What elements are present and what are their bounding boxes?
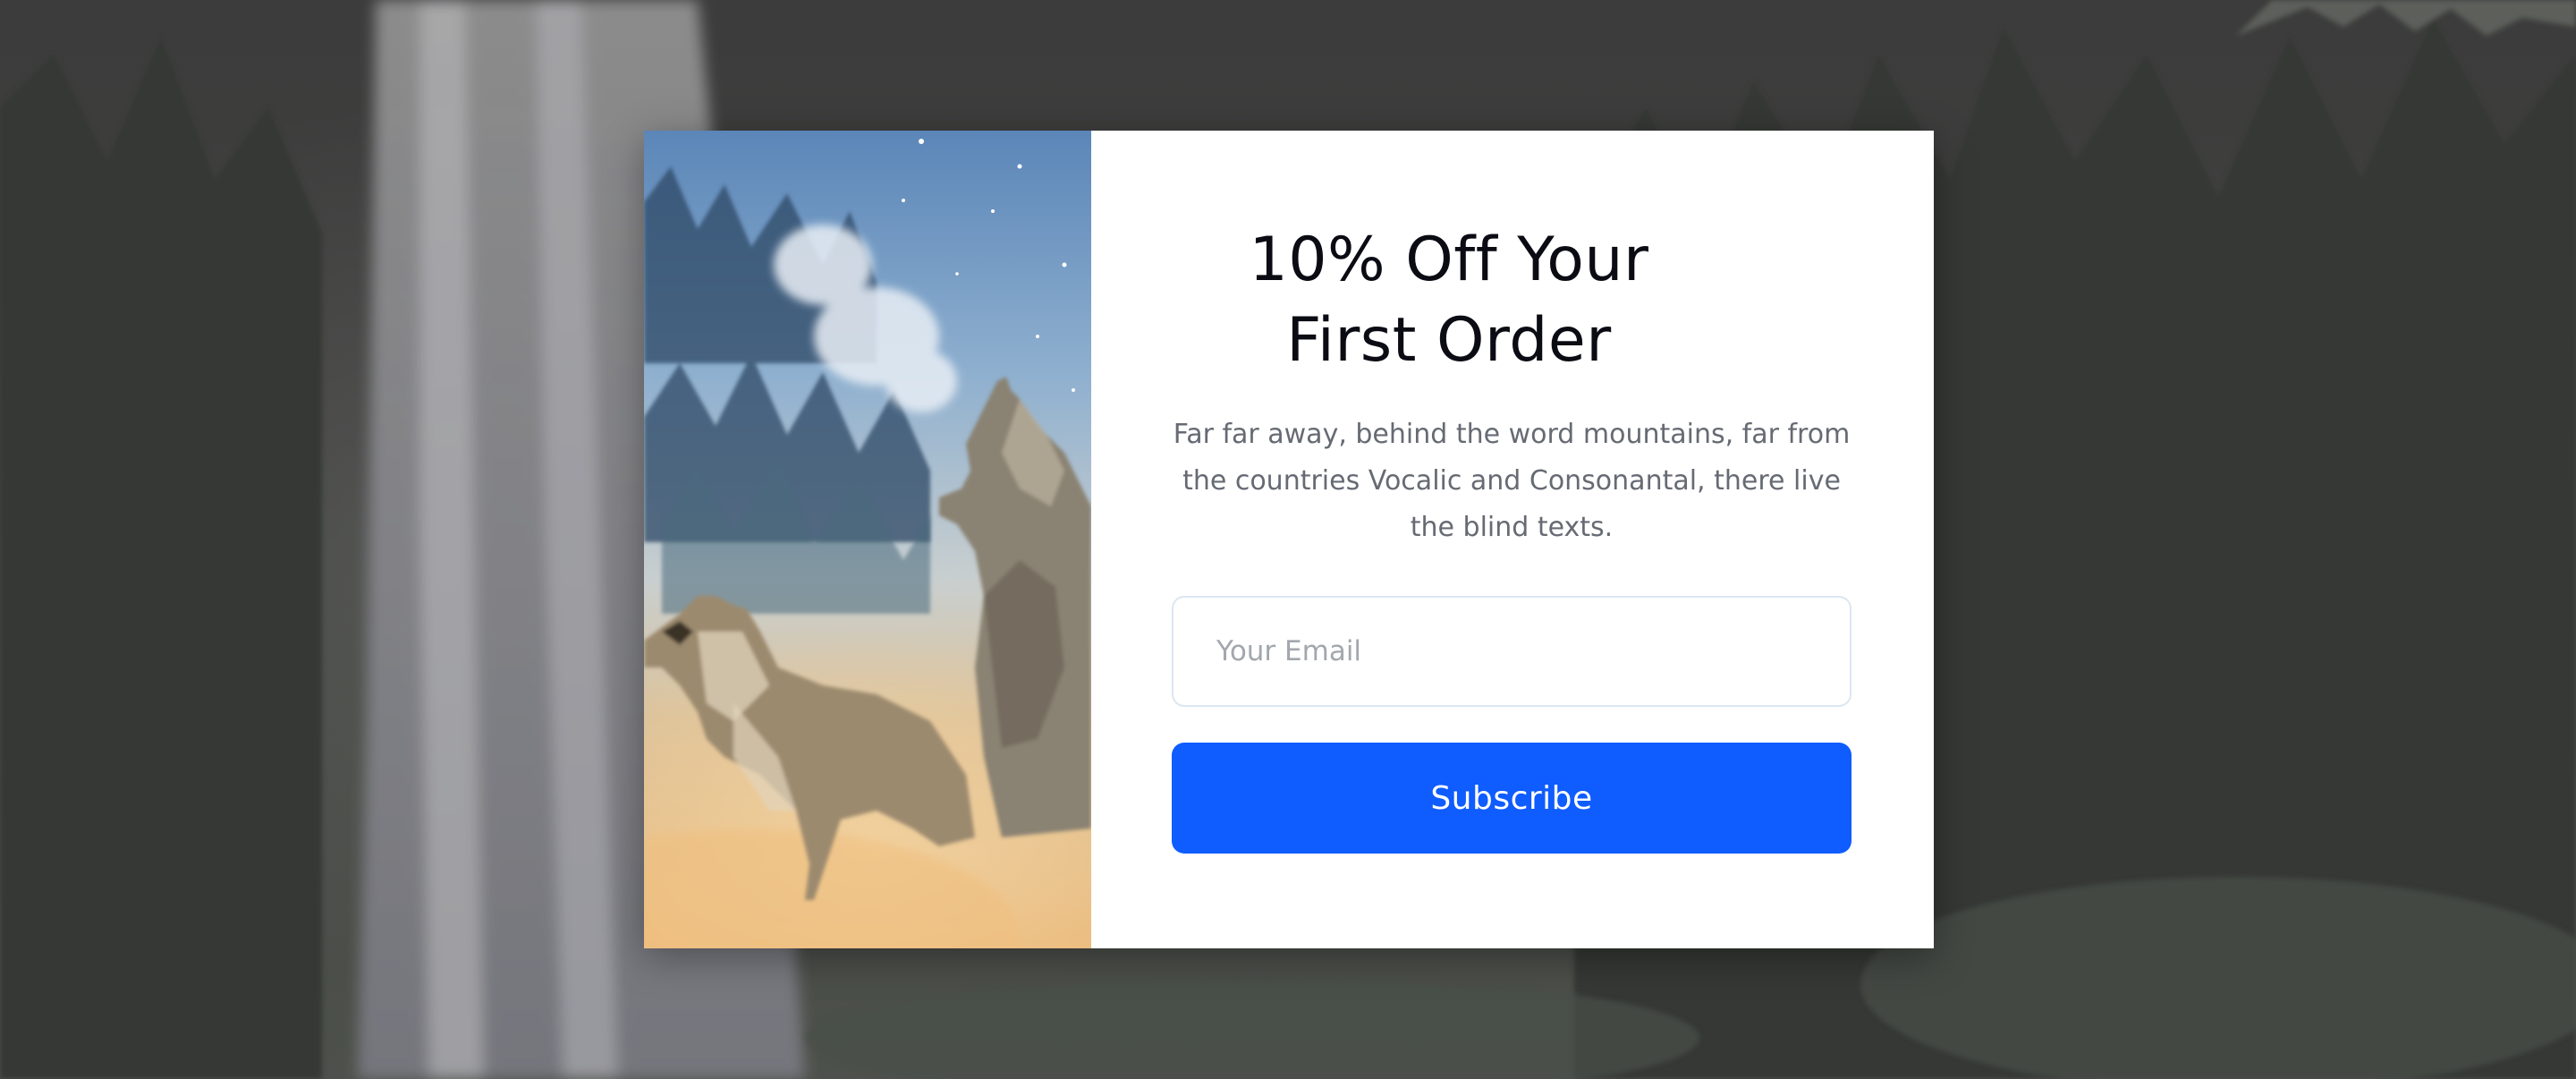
- subscribe-popup: 10% Off Your First Order Far far away, b…: [644, 131, 1934, 948]
- wolves-image: [644, 131, 1091, 948]
- popup-description: Far far away, behind the word mountains,…: [1173, 419, 1851, 543]
- email-input[interactable]: [1172, 596, 1852, 707]
- popup-title-line-1: 10% Off Your: [1249, 225, 1649, 295]
- popup-title-line-2: First Order: [1286, 305, 1612, 376]
- popup-title: 10% Off Your First Order: [1216, 220, 1682, 381]
- popup-content: 10% Off Your First Order Far far away, b…: [1091, 131, 1934, 948]
- wolves-illustration: [644, 131, 1091, 948]
- subscribe-button[interactable]: Subscribe: [1172, 743, 1852, 854]
